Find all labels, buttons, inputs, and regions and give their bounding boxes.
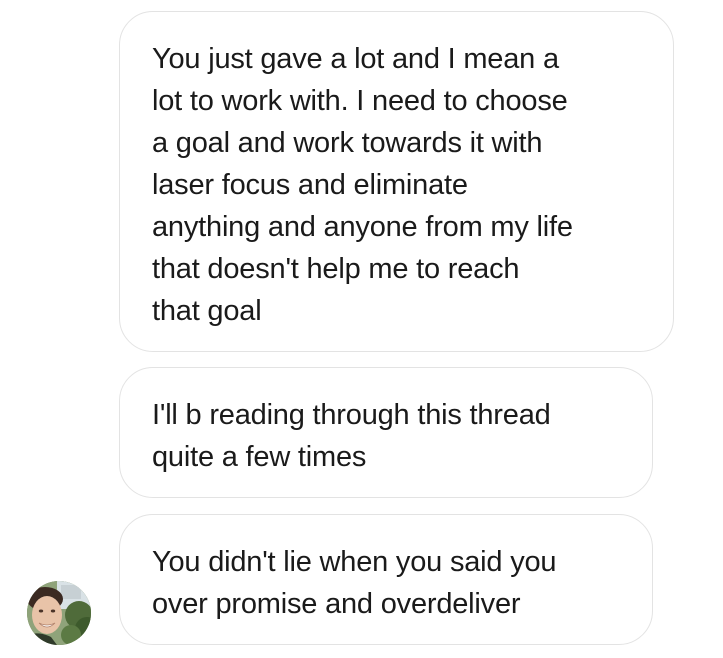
user-avatar-photo-icon: [27, 581, 91, 645]
received-message-bubble[interactable]: You didn't lie when you said you over pr…: [119, 514, 653, 645]
received-message-bubble[interactable]: You just gave a lot and I mean a lot to …: [119, 11, 674, 352]
message-thread: You just gave a lot and I mean a lot to …: [0, 0, 723, 658]
sender-avatar[interactable]: [27, 581, 91, 645]
received-message-bubble[interactable]: I'll b reading through this thread quite…: [119, 367, 653, 498]
